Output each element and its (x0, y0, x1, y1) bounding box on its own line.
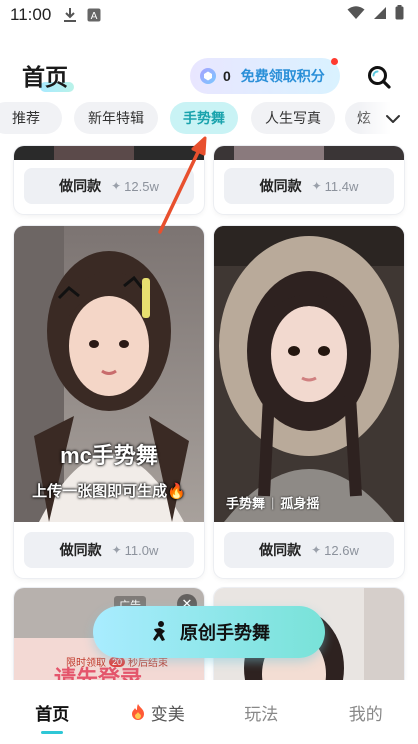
usage-count: 11.4w (324, 178, 359, 194)
template-card[interactable]: mc手势舞 上传一张图即可生成🔥 做同款 ✦ 11.0w (14, 226, 204, 578)
usage-count: 12.5w (124, 178, 159, 194)
search-button[interactable] (366, 64, 392, 90)
make-same-label: 做同款 (259, 542, 302, 558)
nav-play[interactable]: 玩法 (209, 680, 314, 744)
signal-icon (373, 6, 387, 25)
points-count: 0 (223, 68, 231, 84)
usage-count: 12.6w (324, 542, 359, 558)
free-points-button[interactable]: 0 免费领取积分 (190, 58, 340, 94)
notification-dot (331, 58, 338, 65)
nav-label: 玩法 (244, 704, 279, 724)
make-same-button[interactable]: 做同款 ✦ 11.0w (24, 532, 194, 568)
tab-label: 推荐 (12, 110, 40, 126)
points-coin-icon (200, 68, 216, 84)
dance-icon (153, 621, 165, 641)
flame-icon (131, 704, 144, 720)
card-thumbnail (14, 226, 204, 522)
category-tabs: 推荐 新年特辑 手势舞 人生写真 炫 (0, 102, 418, 136)
points-label: 免费领取积分 (240, 68, 325, 84)
create-button-label: 原创手势舞 (180, 623, 270, 643)
page-title: 首页 (22, 64, 68, 90)
tag-separator: | (271, 495, 275, 510)
template-card[interactable]: 做同款 ✦ 12.5w (14, 146, 204, 214)
tab-life-portrait[interactable]: 人生写真 (251, 102, 335, 134)
svg-text:A: A (91, 11, 98, 22)
original-gesture-dance-button[interactable]: 原创手势舞 (93, 606, 325, 658)
chevron-down-icon (386, 115, 400, 123)
status-time: 11:00 (10, 5, 52, 24)
download-icon (63, 7, 77, 23)
tab-label: 人生写真 (265, 110, 321, 126)
sparkle-icon: ✦ (111, 543, 122, 557)
nav-label: 首页 (35, 704, 70, 724)
battery-icon (395, 5, 404, 25)
sparkle-icon: ✦ (311, 179, 322, 193)
bottom-nav: 首页 变美 玩法 我的 (0, 680, 418, 744)
tab-gesture-dance[interactable]: 手势舞 (170, 102, 238, 134)
make-same-label: 做同款 (59, 542, 102, 558)
template-card[interactable]: 手势舞 | 孤身摇 做同款 ✦ 12.6w (214, 226, 404, 578)
search-icon (368, 66, 391, 89)
card-tag: 手势舞 (226, 496, 266, 511)
card-subtitle: 上传一张图即可生成🔥 (32, 483, 186, 500)
make-same-button[interactable]: 做同款 ✦ 11.4w (224, 168, 394, 204)
tab-new-year[interactable]: 新年特辑 (74, 102, 158, 134)
card-thumbnail (14, 146, 204, 160)
card-tag: 孤身摇 (280, 496, 320, 511)
card-thumbnail (214, 226, 404, 522)
make-same-button[interactable]: 做同款 ✦ 12.6w (224, 532, 394, 568)
status-bar: 11:00 A (0, 0, 418, 30)
template-card[interactable]: 做同款 ✦ 11.4w (214, 146, 404, 214)
nav-label: 我的 (348, 704, 383, 724)
tab-label: 新年特辑 (88, 110, 144, 126)
nav-label: 变美 (150, 704, 185, 724)
header: 首页 0 免费领取积分 (0, 52, 418, 104)
make-same-button[interactable]: 做同款 ✦ 12.5w (24, 168, 194, 204)
make-same-label: 做同款 (59, 178, 102, 194)
make-same-label: 做同款 (259, 178, 302, 194)
card-title: mc手势舞 (60, 443, 158, 468)
card-tags: 手势舞 | 孤身摇 (226, 493, 319, 512)
nav-home[interactable]: 首页 (0, 680, 105, 744)
sparkle-icon: ✦ (311, 543, 322, 557)
sparkle-icon: ✦ (111, 179, 122, 193)
wifi-icon (347, 5, 365, 25)
nav-active-indicator (41, 731, 64, 734)
nav-beautify[interactable]: 变美 (105, 680, 210, 744)
a-box-icon: A (87, 8, 101, 22)
ad-timer-badge: 20 (109, 656, 126, 667)
usage-count: 11.0w (124, 542, 159, 558)
tabs-expand-button[interactable] (384, 110, 402, 128)
tab-label: 手势舞 (183, 110, 225, 126)
nav-profile[interactable]: 我的 (314, 680, 418, 744)
ad-headline: 请先登录 (54, 666, 143, 681)
card-thumbnail (214, 146, 404, 160)
tab-recommend[interactable]: 推荐 (0, 102, 62, 134)
